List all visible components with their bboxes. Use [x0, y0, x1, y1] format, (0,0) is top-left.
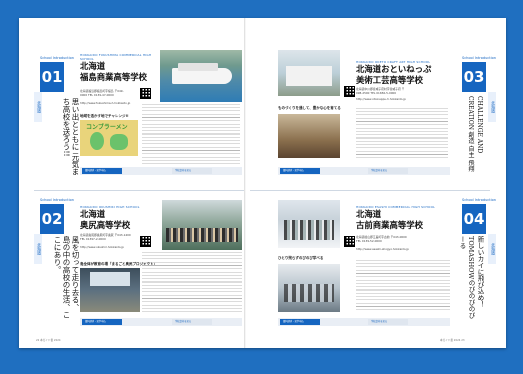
school-address: 北海道福島郡福島町字福島 〒049-0000 TEL 0139-47-0000: [80, 89, 124, 97]
request-button-label: 資料請求・見学申込: [85, 169, 106, 172]
card-number: 01: [40, 62, 64, 92]
vertical-copy: 思い出とともに 元気まち高校を送ろう!!: [62, 98, 80, 176]
qr-code[interactable]: [140, 236, 151, 247]
card-number-label: School Introduction: [462, 56, 496, 60]
qr-code[interactable]: [344, 86, 355, 97]
school-header: HOKKAIDO OKETO CRAFT ART HIGH SCHOOL 北海道…: [356, 60, 456, 85]
guide-button-label: 学校案内を見る: [175, 169, 192, 172]
side-label: 北海道: [488, 92, 496, 122]
guide-button[interactable]: 学校案内を見る: [172, 319, 212, 325]
request-button-label: 資料請求・見学申込: [283, 169, 304, 172]
snow-activity-photo: [278, 200, 340, 248]
card-number-label: School Introduction: [40, 198, 74, 202]
school-address: 北海道檜山郡江差町字古前 〒043-0000 TEL 0139-52-0000: [356, 235, 407, 243]
request-button[interactable]: 資料請求・見学申込: [280, 168, 320, 174]
section-caption: ひとり残らずのびのび学べる: [278, 256, 324, 260]
school-name-line2: 福島商業高等学校: [80, 71, 147, 82]
right-page-footer: 本ガイド書 2024 23: [440, 339, 465, 342]
school-name-line2: 古前商業高等学校: [356, 219, 423, 230]
school-name-line1: 北海道: [80, 61, 106, 71]
card-number: 02: [40, 204, 64, 234]
school-name-line2: 美術工芸高等学校: [356, 74, 423, 85]
qr-code[interactable]: [140, 88, 151, 99]
request-button[interactable]: 資料請求・見学申込: [280, 319, 320, 325]
request-button-label: 資料請求・見学申込: [85, 320, 106, 323]
section-caption: 地域を活かす地でチャレンジ!!: [80, 114, 129, 118]
presentation-photo: [80, 268, 140, 312]
guide-button[interactable]: 学校案内を見る: [368, 168, 408, 174]
guide-button[interactable]: 学校案内を見る: [172, 168, 212, 174]
page-fold: [244, 18, 246, 348]
vertical-copy: CHALLENGE AND CREATION 創造 自主 飛翔: [467, 96, 483, 172]
request-button[interactable]: 資料請求・見学申込: [82, 319, 122, 325]
school-header: HOKKAIDO ESASHI COMMERCIAL HIGH SCHOOL 北…: [356, 205, 456, 230]
boat-photo: [160, 50, 242, 102]
school-name-line1: 北海道おといねっぷ: [356, 64, 432, 74]
school-address: 北海道奥尻郡奥尻町字奥尻 〒043-1400 TEL 01397-2-0000: [80, 233, 131, 241]
body-text: [356, 108, 448, 160]
side-label: 北海道: [34, 234, 42, 264]
card-number-label: School Introduction: [462, 198, 496, 202]
school-website[interactable]: http://www.otoineppu-h.hokkaido.jp: [356, 97, 426, 102]
school-website[interactable]: http://www.fukushima-h.hokkaido.jp: [80, 101, 140, 106]
qr-code[interactable]: [344, 236, 355, 247]
card-number-label: School Introduction: [40, 56, 74, 60]
guide-button-label: 学校案内を見る: [175, 320, 192, 323]
guide-button-label: 学校案内を見る: [371, 169, 388, 172]
vertical-copy: 風を切って走り去る、 島の中の高校の生活、ここにあり。: [53, 236, 80, 319]
divider: [250, 190, 490, 191]
section-caption: ものづくりを通して、豊かな心を育てる: [278, 106, 341, 110]
side-label: 北海道: [488, 234, 496, 264]
left-page-footer: 22 本ガイド書 2024: [36, 339, 61, 342]
school-name-line1: 北海道: [356, 209, 382, 219]
request-button-label: 資料請求・見学申込: [283, 320, 304, 323]
comic-illustration: コンブラーメン: [80, 120, 138, 156]
body-text: [142, 252, 242, 312]
divider: [34, 190, 244, 191]
school-header: HOKKAIDO OKUSHIRI HIGH SCHOOL 北海道 奥尻高等学校: [80, 205, 160, 230]
vertical-copy: 新しいカイに飛び込め！ TOMASHOWのびのびのびーる: [458, 236, 484, 319]
body-text: [356, 260, 450, 312]
school-website[interactable]: http://www.okushiri.hokkaido.jp: [80, 245, 140, 250]
school-address: 北海道中川郡音威子府村字音威子府 〒098-2500 TEL 01656-5-0…: [356, 87, 405, 95]
school-header: HOKKAIDO FUKUSHIMA COMMERCIAL HIGH SCHOO…: [80, 53, 158, 82]
classroom-photo: [278, 264, 340, 312]
group-photo: [162, 200, 242, 250]
guide-button[interactable]: 学校案内を見る: [368, 319, 408, 325]
card-number: 03: [462, 62, 486, 92]
school-name-en: HOKKAIDO FUKUSHIMA COMMERCIAL HIGH SCHOO…: [80, 53, 152, 61]
school-name-line2: 奥尻高等学校: [80, 219, 131, 230]
guide-button-label: 学校案内を見る: [371, 320, 388, 323]
school-building-photo: [278, 50, 340, 96]
card-number: 04: [462, 204, 486, 234]
request-button[interactable]: 資料請求・見学申込: [82, 168, 122, 174]
body-text: [142, 104, 240, 164]
woodwork-photo: [278, 114, 340, 158]
school-name-line1: 北海道: [80, 209, 106, 219]
school-website[interactable]: http://www.esashi-shogyo.hokkaido.jp: [356, 247, 426, 252]
side-label: 北海道: [34, 92, 42, 122]
